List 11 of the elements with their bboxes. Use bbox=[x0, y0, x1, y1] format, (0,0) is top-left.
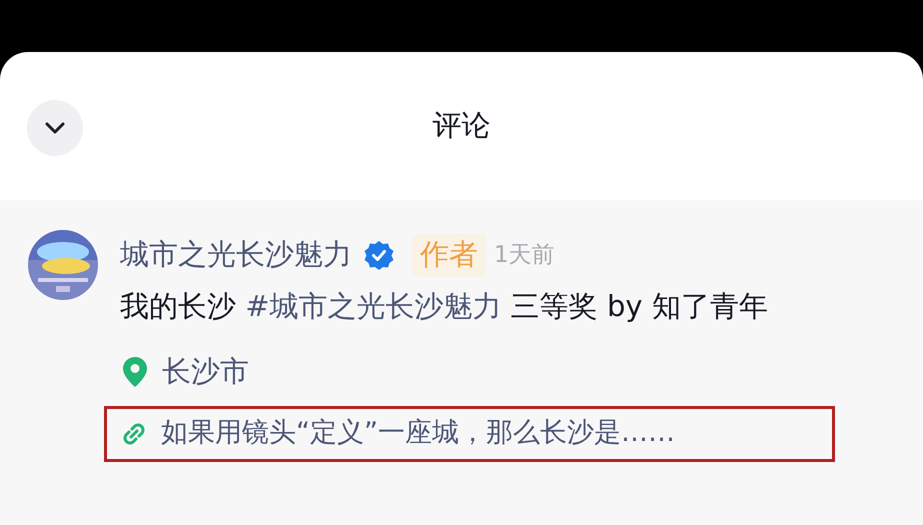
article-link[interactable]: 如果用镜头“定义”一座城，那么长沙是…… bbox=[161, 413, 675, 454]
link-icon bbox=[121, 420, 147, 446]
panel-title: 评论 bbox=[432, 107, 490, 144]
location-pin-icon bbox=[122, 356, 148, 388]
author-name[interactable]: 城市之光长沙魅力 bbox=[120, 233, 352, 277]
author-badge: 作者 bbox=[412, 233, 486, 277]
chevron-down-icon bbox=[44, 121, 66, 135]
comment-text: 我的长沙 #城市之光长沙魅力 三等奖 by 知了青年 bbox=[120, 288, 769, 325]
post-time: 1天前 bbox=[494, 240, 555, 270]
location-link[interactable]: 长沙市 bbox=[162, 350, 249, 394]
hashtag-link[interactable]: #城市之光长沙魅力 bbox=[245, 289, 502, 323]
